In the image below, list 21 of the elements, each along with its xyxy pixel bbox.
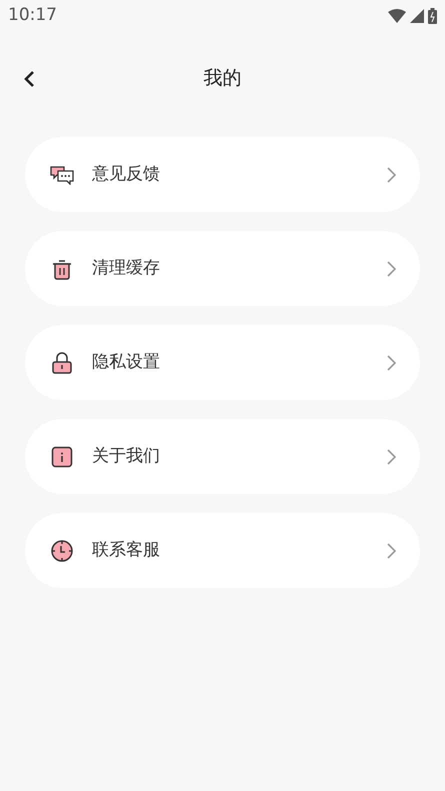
- clock-icon: [50, 538, 74, 562]
- page-title: 我的: [204, 66, 242, 91]
- chevron-icon: [386, 354, 396, 372]
- menu-item[interactable]: 关于我们: [25, 419, 420, 494]
- menu-item[interactable]: 意见反馈: [25, 137, 420, 212]
- chevron-icon: [386, 166, 396, 184]
- info-icon: [51, 446, 73, 468]
- chevron-icon: [386, 542, 396, 560]
- trash-icon: [51, 258, 73, 280]
- menu-item[interactable]: 联系客服: [25, 513, 420, 588]
- battery-icon: [428, 8, 437, 24]
- menu-item[interactable]: 隐私设置: [25, 325, 420, 400]
- lock-icon: [51, 352, 73, 374]
- signal-icon: [410, 9, 424, 23]
- wifi-icon: [388, 9, 406, 23]
- menu-item[interactable]: 清理缓存: [25, 231, 420, 306]
- chevron-icon: [386, 260, 396, 278]
- back-icon: [22, 68, 36, 89]
- chat-icon: [49, 164, 75, 184]
- status-time: 10:17: [8, 4, 57, 28]
- chevron-icon: [386, 448, 396, 466]
